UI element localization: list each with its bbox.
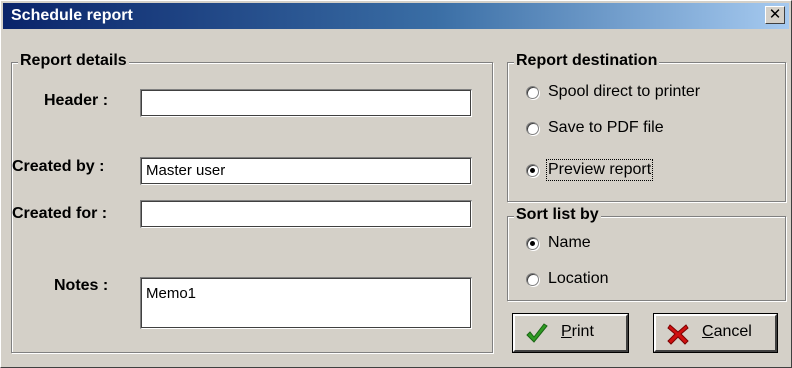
print-button-label: Print bbox=[561, 323, 594, 340]
sort-list-group: Sort list by Name Location bbox=[507, 206, 786, 301]
created-by-field[interactable]: Master user bbox=[140, 157, 472, 185]
radio-button[interactable] bbox=[526, 164, 539, 177]
cancel-button-label: Cancel bbox=[702, 323, 752, 340]
radio-button[interactable] bbox=[526, 237, 539, 250]
cross-icon bbox=[667, 324, 689, 345]
close-icon: ✕ bbox=[768, 6, 782, 23]
cross-icon-path bbox=[667, 324, 689, 345]
radio-label: Save to PDF file bbox=[548, 119, 664, 136]
radio-label: Location bbox=[548, 270, 609, 287]
notes-field[interactable]: Memo1 bbox=[140, 277, 472, 329]
header-label: Header : bbox=[44, 92, 109, 109]
report-destination-group: Report destination Spool direct to print… bbox=[507, 52, 786, 202]
radio-button[interactable] bbox=[526, 122, 539, 135]
report-details-legend: Report details bbox=[18, 52, 129, 70]
report-destination-legend: Report destination bbox=[514, 52, 660, 70]
schedule-report-dialog: Schedule report ✕ Report details Header … bbox=[0, 0, 792, 368]
created-for-field[interactable] bbox=[140, 200, 472, 228]
window-title: Schedule report bbox=[11, 7, 133, 24]
radio-button[interactable] bbox=[526, 86, 539, 99]
sort-list-legend: Sort list by bbox=[514, 206, 601, 224]
cancel-button[interactable]: Cancel bbox=[654, 314, 777, 352]
check-icon bbox=[526, 323, 548, 343]
report-details-group: Report details Header : Created by : Mas… bbox=[11, 52, 493, 353]
radio-label: Preview report bbox=[545, 159, 654, 181]
header-field[interactable] bbox=[140, 89, 472, 117]
notes-label: Notes : bbox=[54, 277, 109, 294]
created-by-label: Created by : bbox=[12, 158, 105, 175]
created-for-label: Created for : bbox=[12, 205, 108, 222]
close-button[interactable]: ✕ bbox=[765, 6, 785, 24]
check-icon-path bbox=[526, 323, 548, 343]
radio-label: Name bbox=[548, 234, 591, 251]
radio-label: Spool direct to printer bbox=[548, 83, 701, 100]
print-button[interactable]: Print bbox=[513, 314, 628, 352]
title-bar: Schedule report ✕ bbox=[3, 3, 789, 29]
radio-button[interactable] bbox=[526, 273, 539, 286]
